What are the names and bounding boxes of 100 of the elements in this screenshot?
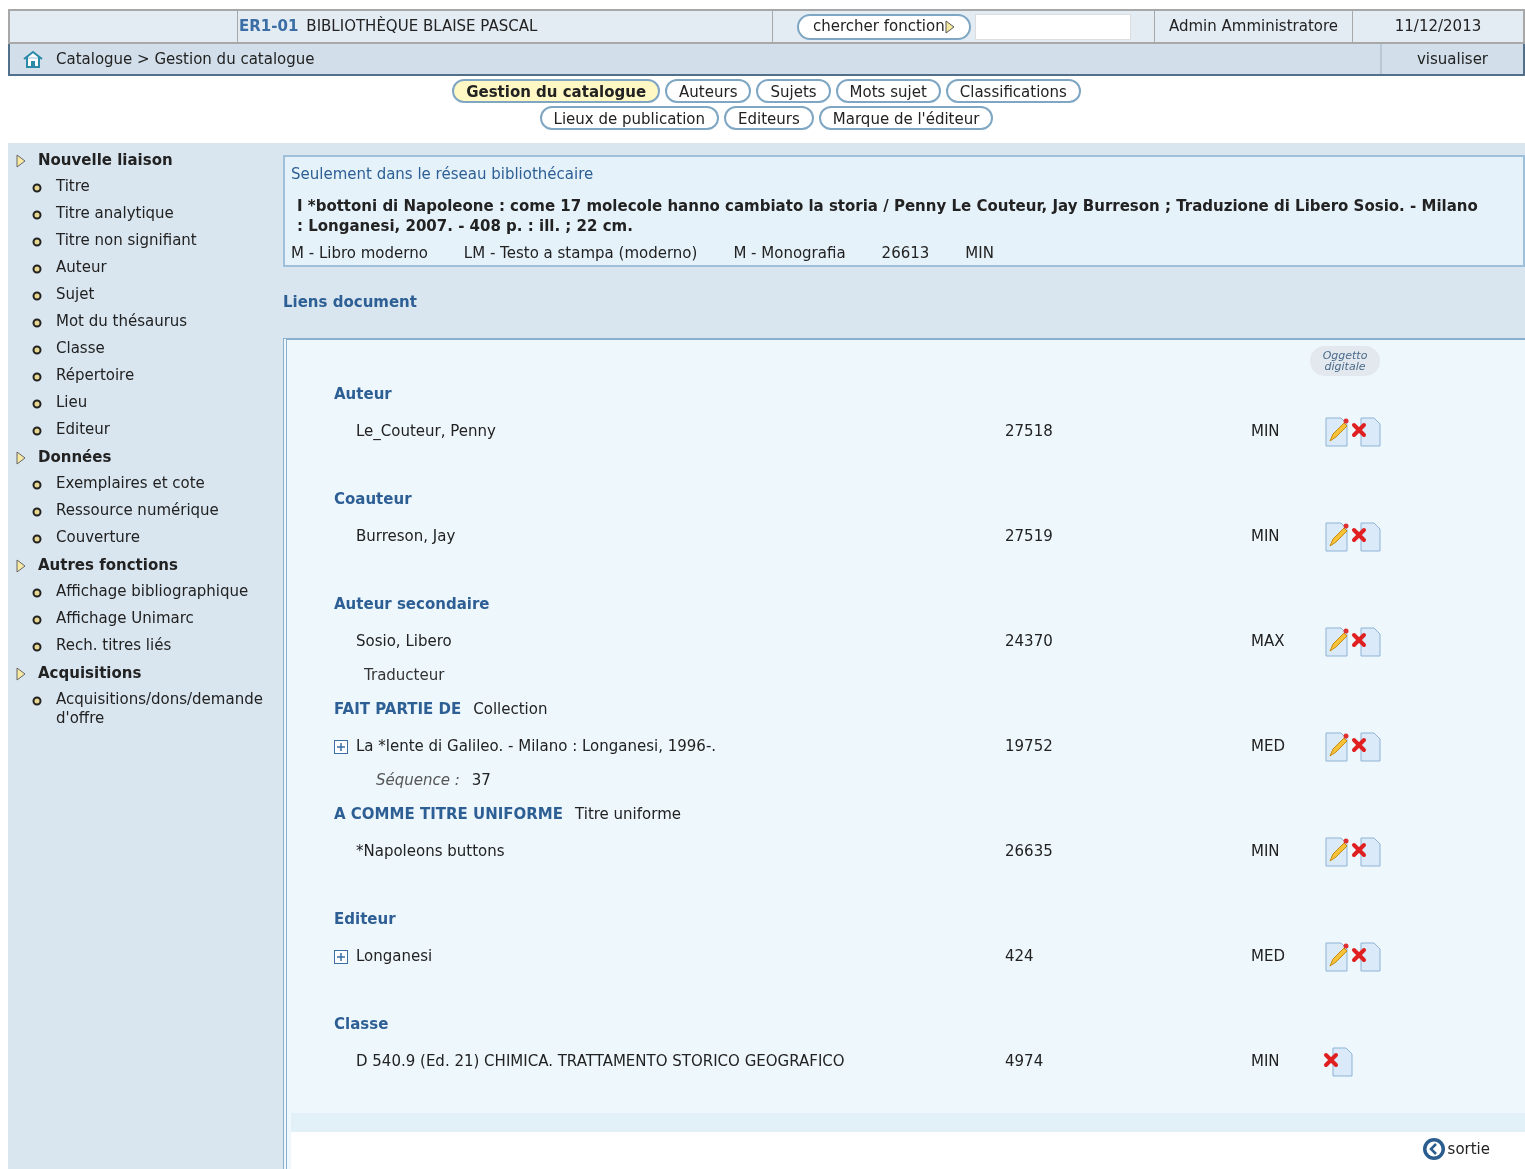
library-code: ER1-01 [239, 16, 299, 38]
expand-icon[interactable] [334, 949, 348, 964]
edit-icon[interactable] [1323, 415, 1351, 448]
delete-icon[interactable] [1351, 730, 1381, 763]
record-detail: MIN [965, 242, 994, 264]
record-detail: LM - Testo a stampa (moderno) [463, 242, 698, 264]
edit-icon[interactable] [1323, 730, 1351, 763]
entry-level: MED [1251, 736, 1286, 758]
sequence-label: Séquence : [376, 770, 460, 792]
delete-icon[interactable] [1351, 520, 1381, 553]
edit-icon[interactable] [1323, 835, 1351, 868]
exit-link[interactable]: sortie [1421, 1137, 1490, 1161]
entry-level: MIN [1251, 421, 1281, 443]
triangle-icon [944, 19, 955, 34]
record-detail: M - Monografia [733, 242, 846, 264]
tab[interactable]: Marque de l'éditeur [818, 106, 994, 130]
delete-icon[interactable] [1351, 940, 1381, 973]
scope-note: Seulement dans le réseau bibliothécaire [291, 164, 595, 185]
sequence-value: 37 [471, 770, 491, 792]
sidebar-group-title[interactable]: Autres fonctions [38, 554, 178, 577]
entry-level: MIN [1251, 841, 1281, 863]
entry-text: D 540.9 (Ed. 21) CHIMICA. TRATTAMENTO STORICO GEOGRAFICO [356, 1051, 845, 1073]
entry-text: Burreson, Jay [356, 526, 456, 548]
section-heading: Auteur secondaire [334, 594, 490, 616]
tab[interactable]: Mots sujet [835, 79, 941, 103]
bullet-icon [32, 183, 42, 193]
bullet-icon [32, 210, 42, 220]
sidebar-item[interactable]: Sujet [56, 285, 95, 304]
edit-icon[interactable] [1323, 940, 1351, 973]
entry-text: Sosio, Libero [356, 631, 452, 653]
search-field[interactable] [974, 13, 1131, 40]
entry-text: Longanesi [356, 946, 433, 968]
bullet-icon [32, 399, 42, 409]
entry-number: 26635 [1005, 841, 1054, 863]
triangle-icon[interactable] [16, 558, 26, 573]
delete-icon[interactable] [1323, 1045, 1353, 1078]
entry-number: 4974 [1005, 1051, 1045, 1073]
entry-number: 19752 [1005, 736, 1054, 758]
view-link[interactable]: visualiser [1416, 47, 1489, 71]
date-text: 11/12/2013 [1394, 16, 1482, 38]
bullet-icon [32, 291, 42, 301]
entry-level: MAX [1251, 631, 1286, 653]
sidebar-item[interactable]: Affichage Unimarc [56, 609, 194, 628]
sidebar-item[interactable]: Mot du thésaurus [56, 312, 188, 331]
delete-icon[interactable] [1351, 625, 1381, 658]
tab[interactable]: Sujets [756, 79, 831, 103]
sidebar-item[interactable]: Titre analytique [56, 204, 174, 223]
entry-text: *Napoleons buttons [356, 841, 505, 863]
record-detail: M - Libro moderno [291, 242, 428, 264]
sidebar-item[interactable]: Classe [56, 339, 105, 358]
tab[interactable]: Gestion du catalogue [452, 79, 661, 103]
sidebar-item[interactable]: Exemplaires et cote [56, 474, 205, 493]
entry-text: Le_Couteur, Penny [356, 421, 496, 443]
bullet-icon [32, 237, 42, 247]
library-name: BIBLIOTHÈQUE BLAISE PASCAL [306, 15, 538, 38]
section-heading: Auteur [334, 384, 392, 406]
sidebar-item[interactable]: Titre non signifiant [56, 231, 197, 250]
relation-label: Titre uniforme [575, 804, 681, 826]
delete-icon[interactable] [1351, 835, 1381, 868]
bullet-icon [32, 642, 42, 652]
sidebar-item[interactable]: Lieu [56, 393, 88, 412]
edit-icon[interactable] [1323, 520, 1351, 553]
sidebar-item[interactable]: Editeur [56, 420, 110, 439]
bullet-icon [32, 507, 42, 517]
breadcrumb-text: Catalogue > Gestion du catalogue [56, 48, 315, 70]
triangle-icon[interactable] [16, 450, 26, 465]
tab[interactable]: Classifications [945, 79, 1081, 103]
home-icon[interactable] [22, 50, 44, 68]
sidebar-item[interactable]: Répertoire [56, 366, 135, 385]
sidebar-item[interactable]: Acquisitions/dons/demande d'offre [56, 690, 283, 728]
sidebar-item[interactable]: Couverture [56, 528, 140, 547]
sidebar-item[interactable]: Rech. titres liés [56, 636, 172, 655]
expand-icon[interactable] [334, 739, 348, 754]
sidebar-item[interactable]: Auteur [56, 258, 107, 277]
sidebar-item[interactable]: Affichage bibliographique [56, 582, 249, 601]
delete-icon[interactable] [1351, 415, 1381, 448]
entry-level: MIN [1251, 1051, 1281, 1073]
search-function-button[interactable]: chercher fonction [797, 13, 971, 40]
sidebar-group-title[interactable]: Données [38, 446, 112, 469]
tab[interactable]: Lieux de publication [539, 106, 720, 130]
entry-text: La *lente di Galileo. - Milano : Longanesi, 1996-. [356, 736, 717, 758]
bullet-icon [32, 588, 42, 598]
bullet-icon [32, 480, 42, 490]
tab[interactable]: Auteurs [665, 79, 752, 103]
sidebar-item[interactable]: Titre [56, 177, 90, 196]
section-heading: A COMME TITRE UNIFORME [334, 804, 563, 826]
bullet-icon [32, 318, 42, 328]
sidebar-group-title[interactable]: Nouvelle liaison [38, 149, 173, 172]
relation-label: Collection [473, 699, 548, 721]
triangle-icon[interactable] [16, 666, 26, 681]
edit-icon[interactable] [1323, 625, 1351, 658]
triangle-icon[interactable] [16, 153, 26, 168]
sidebar-group-title[interactable]: Acquisitions [38, 662, 142, 685]
sidebar-item[interactable]: Ressource numérique [56, 501, 219, 520]
entry-number: 24370 [1005, 631, 1054, 653]
tab[interactable]: Editeurs [724, 106, 814, 130]
back-icon [1421, 1137, 1446, 1161]
bullet-icon [32, 426, 42, 436]
digital-object-button[interactable]: Oggetto digitale [1310, 346, 1380, 376]
section-heading: Editeur [334, 909, 396, 931]
